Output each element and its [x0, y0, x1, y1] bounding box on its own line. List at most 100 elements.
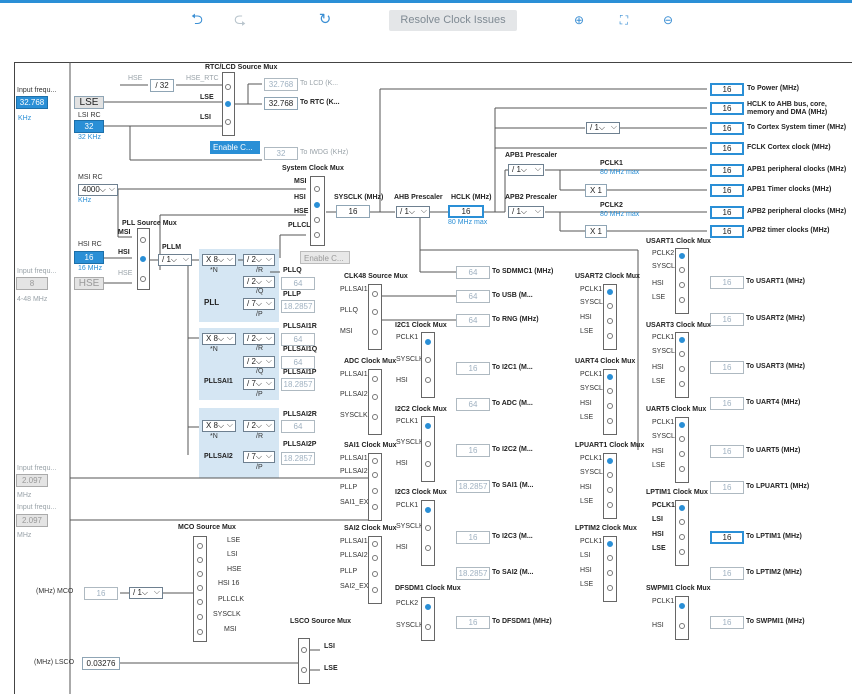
usart1-mux-title: USART1 Clock Mux: [646, 238, 711, 245]
apb1-prescaler-value: / 1: [512, 165, 521, 174]
msi-rc-select[interactable]: 4000 ⌵: [78, 184, 118, 196]
usart1-clock-mux[interactable]: [675, 248, 689, 314]
lptim1-clock-mux[interactable]: [675, 500, 689, 566]
lptim2-value: 16: [710, 567, 744, 580]
input1-freq[interactable]: 2.097: [16, 474, 48, 487]
out-apb2-periph-value[interactable]: 16: [710, 206, 744, 219]
out-fclk-label: FCLK Cortex clock (MHz): [747, 144, 831, 151]
apb2-prescaler-select[interactable]: / 1 ⌵: [508, 206, 544, 218]
mco-mux-title: MCO Source Mux: [178, 524, 236, 531]
chevron-down-icon: ⌵: [534, 206, 541, 215]
pll-q-select[interactable]: / 2 ⌵: [243, 276, 275, 288]
out-apb2-timer-value[interactable]: 16: [710, 225, 744, 238]
usart3-clock-mux[interactable]: [675, 332, 689, 398]
lcd-value: 32.768: [264, 78, 298, 91]
i2c2-clock-mux[interactable]: [421, 416, 435, 482]
pll-n-select[interactable]: X 8 ⌵: [202, 254, 236, 266]
pllsai1-r-label: /R: [256, 345, 263, 352]
apb1-prescaler-select[interactable]: / 1 ⌵: [508, 164, 544, 176]
lse-input-freq[interactable]: 32.768: [16, 96, 48, 109]
out-apb2-periph-label: APB2 peripheral clocks (MHz): [747, 208, 847, 215]
mco-in-hse: HSE: [227, 566, 242, 573]
dfsdm-in-sysclk: SYSCLK: [396, 622, 424, 629]
cortex-timer-div-select[interactable]: / 1 ⌵: [586, 122, 620, 134]
lptim2-mux-title: LPTIM2 Clock Mux: [575, 525, 637, 532]
lsco-source-mux[interactable]: [298, 638, 310, 684]
pllsai2-n-value: X 8: [206, 421, 219, 430]
rtc-label: To RTC (K...: [300, 99, 340, 106]
iwdg-value: 32: [264, 147, 298, 160]
uart5-clock-mux[interactable]: [675, 417, 689, 483]
pllsai2r-value: 64: [281, 420, 315, 433]
adc-clock-mux[interactable]: [368, 369, 382, 435]
dfsdm-mux-title: DFSDM1 Clock Mux: [395, 585, 461, 592]
usart2-clock-mux[interactable]: [603, 284, 617, 350]
pllsai1-q-select[interactable]: / 2 ⌵: [243, 356, 275, 368]
lptim1-in-hsi: HSI: [652, 531, 664, 538]
out-power-value[interactable]: 16: [710, 83, 744, 96]
pll-p-select[interactable]: / 7 ⌵: [243, 298, 275, 310]
hse-input-freq[interactable]: 8: [16, 277, 48, 290]
swpmi1-clock-mux[interactable]: [675, 596, 689, 640]
swpmi1-in-pclk1: PCLK1: [652, 598, 675, 605]
hsi-rc-value[interactable]: 16: [74, 251, 104, 264]
out-apb1-timer-value[interactable]: 16: [710, 184, 744, 197]
i2c3-clock-mux[interactable]: [421, 500, 435, 566]
i2c2-in-hsi: HSI: [396, 460, 408, 467]
mco-div-select[interactable]: / 1 ⌵: [129, 587, 163, 599]
hsi-unit: 16 MHz: [78, 265, 103, 272]
rtc-mux[interactable]: [222, 72, 235, 136]
pllsai1-p-value: / 7: [247, 379, 256, 388]
sai2-clock-mux[interactable]: [368, 536, 382, 604]
dfsdm1-clock-mux[interactable]: [421, 597, 435, 641]
sdmmc-label: To SDMMC1 (MHz): [492, 268, 554, 275]
input2-freq[interactable]: 2.097: [16, 514, 48, 527]
out-fclk-value[interactable]: 16: [710, 142, 744, 155]
out-cortex-timer-value[interactable]: 16: [710, 122, 744, 135]
pll-source-mux[interactable]: [137, 228, 150, 290]
enable-css-lse-button[interactable]: Enable C...: [210, 141, 260, 154]
out-apb1-periph-label: APB1 peripheral clocks (MHz): [747, 166, 847, 173]
pllsai1-n-select[interactable]: X 8 ⌵: [202, 333, 236, 345]
pllq-label: PLLQ: [283, 267, 302, 274]
pll-r-select[interactable]: / 2 ⌵: [243, 254, 275, 266]
lpuart1-value: 16: [710, 481, 744, 494]
lpuart1-label: To LPUART1 (MHz): [746, 483, 810, 490]
pllsai1-p-label: /P: [256, 391, 263, 398]
i2c1-clock-mux[interactable]: [421, 332, 435, 398]
usb-label: To USB (M...: [492, 292, 533, 299]
lpuart1-mux-title: LPUART1 Clock Mux: [575, 442, 645, 449]
system-clock-mux[interactable]: [310, 176, 325, 246]
pllm-select[interactable]: / 1 ⌵: [158, 254, 192, 266]
hclk-value[interactable]: 16: [448, 205, 484, 218]
mco-source-mux[interactable]: [193, 536, 207, 642]
lcd-label: To LCD (K...: [300, 80, 339, 87]
lptim1-value[interactable]: 16: [710, 531, 744, 544]
lptim2-clock-mux[interactable]: [603, 536, 617, 602]
uart4-clock-mux[interactable]: [603, 369, 617, 435]
pll-src-hse: HSE: [118, 270, 133, 277]
pllsai2-r-select[interactable]: / 2 ⌵: [243, 420, 275, 432]
out-hclk-value[interactable]: 16: [710, 102, 744, 115]
pclk2-max: 80 MHz max: [600, 211, 640, 218]
chevron-down-icon: ⌵: [226, 254, 233, 263]
lpuart1-clock-mux[interactable]: [603, 453, 617, 519]
pllsai2-p-select[interactable]: / 7 ⌵: [243, 451, 275, 463]
enable-css-hse-button[interactable]: Enable C...: [300, 251, 350, 264]
out-apb1-periph-value[interactable]: 16: [710, 164, 744, 177]
usart3-in-pclk1: PCLK1: [652, 334, 675, 341]
pllsai1-p-select[interactable]: / 7 ⌵: [243, 378, 275, 390]
sai1-clock-mux[interactable]: [368, 453, 382, 521]
hclk-label: HCLK (MHz): [451, 194, 492, 201]
pll-q-value: / 2: [247, 277, 256, 286]
ahb-prescaler-select[interactable]: / 1 ⌵: [396, 206, 430, 218]
chevron-down-icon: ⌵: [182, 254, 189, 263]
out-cortex-timer-label: To Cortex System timer (MHz): [747, 124, 847, 131]
pllsai2-n-select[interactable]: X 8 ⌵: [202, 420, 236, 432]
sai1-value: 18.2857: [456, 480, 490, 493]
msi-unit: KHz: [78, 197, 92, 204]
pllsai1-r-select[interactable]: / 2 ⌵: [243, 333, 275, 345]
clk48-source-mux[interactable]: [368, 284, 382, 350]
lsi-rc-value[interactable]: 32: [74, 120, 104, 133]
lse-input-freq-label: Input frequ...: [17, 87, 57, 94]
